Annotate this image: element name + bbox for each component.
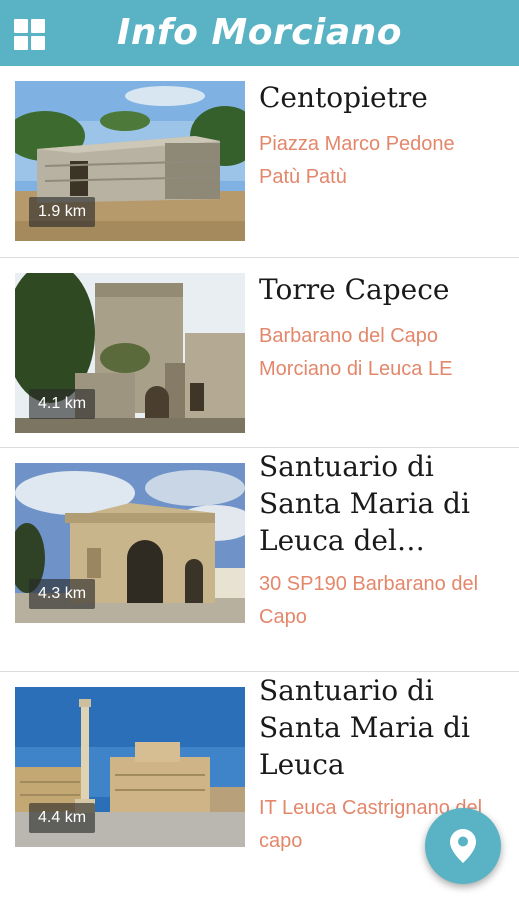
app-title: Info Morciano [116, 12, 403, 53]
place-name: Torre Capece [259, 273, 450, 306]
address-line: Piazza Marco Pedone [259, 133, 455, 155]
place-name-line: Santuario di [259, 450, 434, 483]
address-line: Capo [259, 606, 307, 628]
list-item[interactable]: 4.3 km Santuario di Santa Maria di Leuca… [0, 448, 519, 672]
address-line: 30 SP190 Barbarano del [259, 573, 479, 595]
place-name: Santuario di Santa Maria di Leuca del… [259, 448, 509, 559]
place-photo: 4.3 km [15, 463, 245, 623]
distance-badge: 4.1 km [29, 389, 96, 419]
address-line: Barbarano del Capo [259, 325, 439, 347]
place-address: Piazza Marco Pedone Patù Patù [259, 128, 509, 194]
map-pin-icon [450, 829, 476, 863]
place-name: Centopietre [259, 81, 428, 114]
list-item[interactable]: 1.9 km Centopietre Piazza Marco Pedone P… [0, 66, 519, 258]
place-name-line: Santuario di [259, 674, 434, 707]
place-name-line: Santa Maria di [259, 487, 470, 520]
app-bar: Info Morciano [0, 0, 519, 66]
list-item[interactable]: 4.1 km Torre Capece Barbarano del Capo M… [0, 258, 519, 448]
place-photo: 4.4 km [15, 687, 245, 847]
map-fab-button[interactable] [425, 808, 501, 884]
distance-badge: 1.9 km [29, 197, 96, 227]
place-photo: 4.1 km [15, 273, 245, 433]
address-line: Patù Patù [259, 166, 347, 188]
place-name-line: Santa Maria di [259, 711, 470, 744]
distance-badge: 4.3 km [29, 579, 96, 609]
place-name: Santuario di Santa Maria di Leuca [259, 672, 509, 783]
place-address: 30 SP190 Barbarano del Capo [259, 568, 509, 634]
distance-badge: 4.4 km [29, 803, 96, 833]
places-list: 1.9 km Centopietre Piazza Marco Pedone P… [0, 66, 519, 892]
place-address: Barbarano del Capo Morciano di Leuca LE [259, 320, 509, 386]
place-name-line: Leuca [259, 748, 345, 781]
address-line: Morciano di Leuca LE [259, 358, 453, 380]
place-photo: 1.9 km [15, 81, 245, 241]
place-name-line: Leuca del… [259, 524, 425, 557]
